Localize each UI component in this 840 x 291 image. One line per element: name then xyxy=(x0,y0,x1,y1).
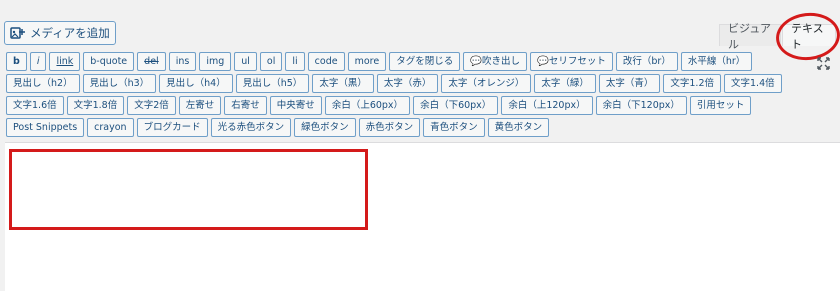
quicktag-button[interactable]: 水平線（hr） xyxy=(680,52,753,71)
quicktag-button[interactable]: 文字2倍 xyxy=(127,96,176,115)
quicktag-button[interactable]: 太字（黒） xyxy=(312,74,374,93)
quicktag-button[interactable]: 太字（オレンジ） xyxy=(441,74,532,93)
quicktag-button[interactable]: 文字1.8倍 xyxy=(66,96,125,115)
quicktag-button[interactable]: ins xyxy=(168,52,197,71)
quicktag-button[interactable]: ブログカード xyxy=(136,118,208,137)
quicktag-button[interactable]: code xyxy=(307,52,345,71)
quicktag-button[interactable]: link xyxy=(49,52,81,71)
quicktag-button[interactable]: 見出し（h2） xyxy=(6,74,80,93)
quicktag-button[interactable]: タグを閉じる xyxy=(389,52,461,71)
quicktag-button[interactable]: 引用セット xyxy=(689,96,752,115)
quicktag-button[interactable]: 左寄せ xyxy=(178,96,222,115)
quicktag-button[interactable]: 文字1.2倍 xyxy=(663,74,721,93)
quicktag-button[interactable]: 余白（下120px） xyxy=(595,96,687,115)
quicktag-button[interactable]: crayon xyxy=(87,118,134,137)
quicktag-button[interactable]: 太字（青） xyxy=(598,74,661,93)
quicktag-button[interactable]: li xyxy=(285,52,305,71)
quicktags-toolbar: b i link b-quote del ins img ul ol li code more タグを閉… xyxy=(6,52,811,137)
quicktag-button[interactable]: ul xyxy=(234,52,257,71)
quicktag-button[interactable]: Post Snippets xyxy=(6,118,85,137)
fullscreen-expand-icon[interactable] xyxy=(817,55,830,70)
quicktag-button[interactable]: del xyxy=(137,52,166,71)
quicktag-button[interactable]: 余白（下60px） xyxy=(413,96,499,115)
quicktag-button[interactable]: 見出し（h5） xyxy=(235,74,310,93)
quicktag-button[interactable]: 改行（br） xyxy=(615,52,678,71)
quicktag-button[interactable]: 太字（緑） xyxy=(534,74,596,93)
add-media-button[interactable]: メディアを追加 xyxy=(4,21,116,45)
quicktag-button[interactable]: 緑色ボタン xyxy=(294,118,356,137)
quicktag-button[interactable]: 中央寄せ xyxy=(269,96,322,115)
media-add-icon xyxy=(10,26,26,40)
quicktag-button[interactable]: 見出し（h4） xyxy=(159,74,233,93)
tab-visual[interactable]: ビジュアル xyxy=(719,22,781,51)
quicktag-button[interactable]: img xyxy=(199,52,232,71)
quicktag-button[interactable]: 黄色ボタン xyxy=(487,118,550,137)
quicktag-button[interactable]: 赤色ボタン xyxy=(358,118,421,137)
quicktag-button[interactable]: b-quote xyxy=(83,52,135,71)
quicktag-button[interactable]: 文字1.6倍 xyxy=(6,96,64,115)
quicktag-button[interactable]: 余白（上120px） xyxy=(501,96,593,115)
quicktag-button[interactable]: 青色ボタン xyxy=(423,118,485,137)
quicktag-button[interactable]: more xyxy=(347,52,387,71)
add-media-label: メディアを追加 xyxy=(30,26,110,40)
quicktag-button[interactable]: 文字1.4倍 xyxy=(724,74,782,93)
quicktag-button[interactable]: 太字（赤） xyxy=(376,74,439,93)
quicktag-button[interactable]: 光る赤色ボタン xyxy=(210,118,292,137)
quicktag-button[interactable]: 見出し（h3） xyxy=(82,74,157,93)
quicktag-button[interactable]: 余白（上60px） xyxy=(324,96,411,115)
quicktag-button[interactable]: ol xyxy=(259,52,283,71)
quicktag-button[interactable]: 右寄せ xyxy=(224,96,267,115)
quicktag-button[interactable]: i xyxy=(29,52,47,71)
highlight-rectangle-annotation xyxy=(9,149,368,230)
quicktag-button[interactable]: b xyxy=(6,52,27,71)
quicktag-button[interactable]: 💬吹き出し xyxy=(463,52,528,71)
quicktag-button[interactable]: 💬セリフセット xyxy=(530,52,613,71)
